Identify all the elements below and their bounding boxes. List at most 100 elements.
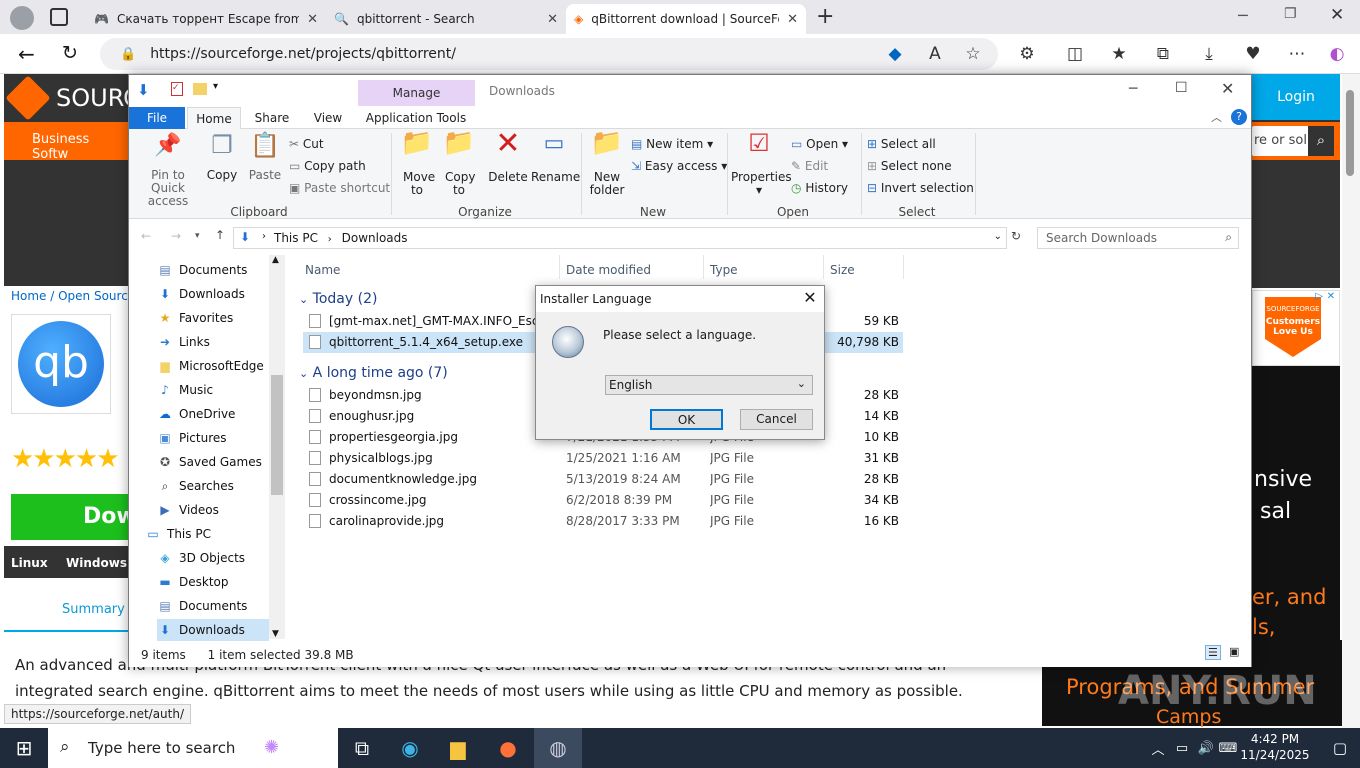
task-view-icon[interactable]: ⧉: [338, 728, 386, 768]
move-to-button[interactable]: 📁 Move to: [397, 130, 437, 197]
profile-avatar[interactable]: [10, 6, 34, 30]
nav-item-this-pc[interactable]: ▭ This PC: [145, 523, 211, 545]
nav-item-downloads[interactable]: ⬇ Downloads: [157, 619, 269, 641]
nav-item-3d-objects[interactable]: ◈ 3D Objects: [157, 547, 245, 569]
nav-item-saved-games[interactable]: ✪ Saved Games: [157, 451, 262, 473]
tab-qbittorrent-sourceforge[interactable]: ◈ qBittorrent download | SourceFor ✕: [566, 4, 806, 34]
new-tab-icon[interactable]: +: [816, 4, 834, 29]
ad-close-icon[interactable]: ✕: [1327, 291, 1335, 302]
nav-item-documents[interactable]: ▤ Documents: [157, 259, 247, 281]
address-bar[interactable]: 🔒 https://sourceforge.net/projects/qbitt…: [100, 38, 998, 70]
tab-share[interactable]: Share: [247, 107, 297, 129]
refresh-icon[interactable]: ↻: [62, 42, 78, 64]
recent-locations-icon[interactable]: ▾: [195, 231, 200, 241]
business-software-link[interactable]: Business Softw: [32, 132, 128, 162]
file-row[interactable]: crossincome.jpg 6/2/2018 8:39 PM JPG File 3…: [303, 490, 903, 511]
properties-qat-icon[interactable]: ✓: [171, 82, 183, 96]
page-scroll-thumb[interactable]: [1346, 90, 1354, 176]
scroll-down-icon[interactable]: ▼: [272, 629, 279, 639]
open-button[interactable]: ▭ Open ▾: [791, 137, 848, 151]
nav-item-links[interactable]: ➜ Links: [157, 331, 210, 353]
nav-item-downloads[interactable]: ⬇ Downloads: [157, 283, 245, 305]
nav-item-music[interactable]: ♪ Music: [157, 379, 213, 401]
up-arrow-icon[interactable]: ↑: [215, 228, 225, 242]
explorer-close-icon[interactable]: ✕: [1221, 79, 1234, 98]
manage-context-tab[interactable]: Manage: [358, 80, 475, 106]
taskbar-search-box[interactable]: ⌕ Type here to search ✺: [48, 728, 338, 768]
new-folder-qat-icon[interactable]: [193, 83, 207, 95]
group-long-ago[interactable]: ⌄ A long time ago (7): [299, 365, 448, 381]
column-type[interactable]: Type: [710, 263, 738, 277]
file-row[interactable]: documentknowledge.jpg 5/13/2019 8:24 AM JP…: [303, 469, 903, 490]
copy-to-button[interactable]: 📁 Copy to: [439, 130, 479, 197]
volume-icon[interactable]: 🔊: [1196, 728, 1216, 768]
nav-item-videos[interactable]: ▶ Videos: [157, 499, 219, 521]
restore-icon[interactable]: ❐: [1284, 6, 1297, 22]
show-hidden-icons[interactable]: ︿: [1148, 728, 1168, 768]
back-icon[interactable]: ←: [18, 42, 35, 66]
new-folder-button[interactable]: 📁 New folder: [585, 130, 629, 197]
large-icons-view-icon[interactable]: ▣: [1229, 645, 1239, 658]
scroll-up-icon[interactable]: ▲: [272, 255, 279, 265]
file-explorer-icon[interactable]: ▆: [434, 728, 482, 768]
path-this-pc[interactable]: This PC: [274, 231, 318, 245]
edge-icon[interactable]: ◉: [386, 728, 434, 768]
copy-path-button[interactable]: ▭ Copy path: [289, 159, 366, 173]
close-window-icon[interactable]: ✕: [1330, 5, 1344, 25]
cut-button[interactable]: ✂ Cut: [289, 137, 324, 151]
path-box[interactable]: ⬇ › This PC › Downloads ⌄: [233, 227, 1007, 249]
nav-item-searches[interactable]: ⌕ Searches: [157, 475, 234, 497]
path-downloads[interactable]: Downloads: [342, 231, 408, 245]
rename-button[interactable]: ▭ Rename: [531, 133, 580, 184]
forward-arrow-icon[interactable]: →: [171, 229, 181, 243]
column-date-modified[interactable]: Date modified: [566, 263, 651, 277]
edit-button[interactable]: ✎ Edit: [791, 159, 828, 173]
nav-item-desktop[interactable]: ▬ Desktop: [157, 571, 228, 593]
close-icon[interactable]: ✕: [307, 12, 318, 27]
collections-icon[interactable]: ⧉: [1152, 44, 1174, 64]
os-tab-linux[interactable]: Linux: [11, 556, 48, 570]
windows-start-icon[interactable]: ⊞: [0, 728, 48, 768]
taskbar-clock[interactable]: 4:42 PM 11/24/2025: [1240, 731, 1310, 763]
read-aloud-icon[interactable]: A: [924, 44, 946, 64]
history-button[interactable]: ◷ History: [791, 181, 848, 195]
sourceforge-logo-icon[interactable]: [5, 75, 51, 121]
site-search-icon[interactable]: ⌕: [1308, 126, 1334, 156]
ribbon-collapse-icon[interactable]: ︿: [1211, 109, 1222, 125]
network-icon[interactable]: ▭: [1172, 728, 1192, 768]
sourceforge-ad[interactable]: SOURCEFORGE Customers Love Us ▷ ✕: [1252, 290, 1340, 366]
tab-actions-icon[interactable]: [50, 8, 68, 26]
language-icon[interactable]: ⌨: [1218, 728, 1238, 768]
minimize-icon[interactable]: ─: [1238, 6, 1248, 25]
firefox-icon[interactable]: ●: [484, 728, 532, 768]
select-all-button[interactable]: ⊞ Select all: [867, 137, 936, 151]
favorite-star-icon[interactable]: ☆: [962, 44, 984, 64]
downloads-icon[interactable]: ⤓: [1198, 44, 1220, 64]
tab-qbittorrent-search[interactable]: 🔍 qbittorrent - Search ✕: [326, 4, 566, 34]
path-dropdown-icon[interactable]: ⌄: [994, 231, 1002, 242]
download-button[interactable]: Dow: [11, 494, 137, 540]
more-menu-icon[interactable]: ⋯: [1286, 44, 1308, 64]
pin-quick-access-button[interactable]: 📌 Pin to Quick access: [133, 135, 203, 208]
invert-selection-button[interactable]: ⊟ Invert selection: [867, 181, 974, 195]
help-icon[interactable]: ?: [1231, 109, 1247, 125]
delete-button[interactable]: ✕ Delete: [485, 129, 531, 184]
tab-escape-torrent[interactable]: 🎮 Скачать торрент Escape from Tar ✕: [86, 4, 326, 34]
shopping-tag-icon[interactable]: ◆: [884, 44, 906, 64]
column-name[interactable]: Name: [305, 263, 340, 277]
os-tab-windows[interactable]: Windows: [66, 556, 127, 570]
installer-taskbar-icon[interactable]: ◍: [534, 728, 582, 768]
split-screen-icon[interactable]: ◫: [1064, 44, 1086, 64]
select-none-button[interactable]: ⊞ Select none: [867, 159, 952, 173]
ok-button[interactable]: OK: [650, 409, 723, 430]
ad-info-icon[interactable]: ▷: [1315, 291, 1323, 302]
paste-button[interactable]: 📋 Paste: [245, 133, 285, 182]
tab-home[interactable]: Home: [187, 107, 241, 129]
search-downloads-input[interactable]: Search Downloads ⌕: [1037, 227, 1239, 249]
file-row[interactable]: carolinaprovide.jpg 8/28/2017 3:33 PM JPG …: [303, 511, 903, 532]
group-today[interactable]: ⌄ Today (2): [299, 291, 377, 307]
dialog-close-icon[interactable]: ✕: [798, 288, 822, 310]
cancel-button[interactable]: Cancel: [740, 409, 813, 430]
breadcrumb[interactable]: Home / Open Source S: [11, 289, 147, 303]
copy-button[interactable]: ❐ Copy: [203, 133, 241, 182]
